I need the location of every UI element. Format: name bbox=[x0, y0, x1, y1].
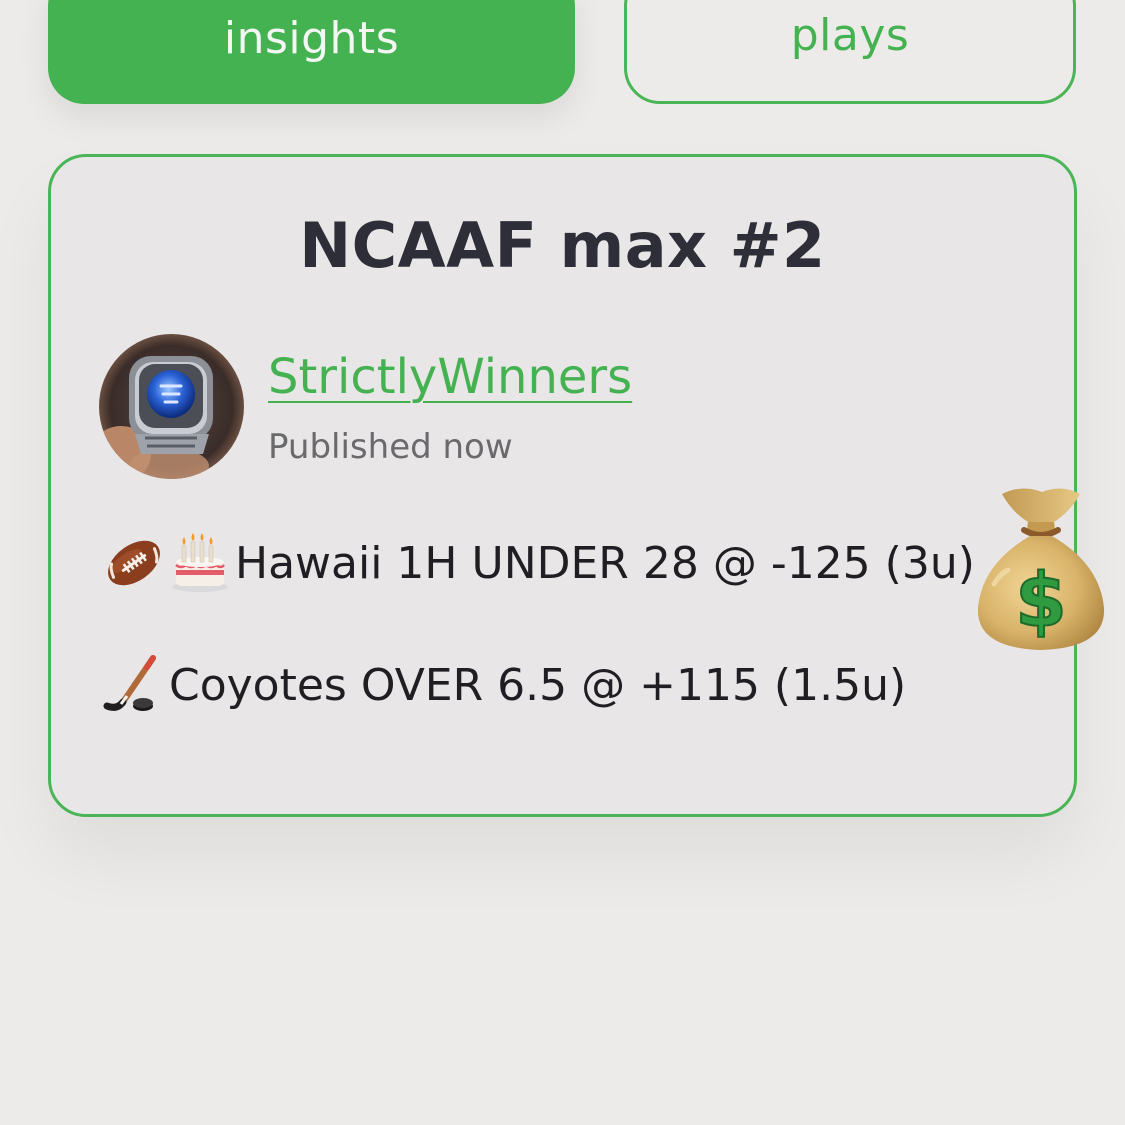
play-text: Coyotes OVER 6.5 @ +115 (1.5u) bbox=[169, 659, 907, 711]
tab-plays-label: plays bbox=[790, 10, 910, 61]
svg-text:$: $ bbox=[1015, 558, 1067, 644]
birthday-cake-icon bbox=[169, 532, 231, 594]
tab-insights-label: insights bbox=[223, 13, 400, 64]
ice-hockey-icon bbox=[103, 654, 165, 716]
play-text: Hawaii 1H UNDER 28 @ -125 (3u) bbox=[235, 537, 975, 589]
play-item: Hawaii 1H UNDER 28 @ -125 (3u) bbox=[103, 532, 975, 594]
author-username-link[interactable]: StrictlyWinners bbox=[268, 349, 632, 405]
post-card: NCAAF max #2 StrictlyWinners Published n… bbox=[48, 154, 1077, 817]
tab-plays[interactable]: plays bbox=[624, 0, 1076, 104]
tab-insights[interactable]: insights bbox=[48, 0, 575, 104]
play-item: Coyotes OVER 6.5 @ +115 (1.5u) bbox=[103, 654, 906, 716]
published-status: Published now bbox=[268, 427, 513, 467]
american-football-icon bbox=[103, 532, 165, 594]
avatar[interactable] bbox=[99, 334, 244, 479]
post-title: NCAAF max #2 bbox=[299, 209, 826, 282]
money-bag-icon: $ bbox=[972, 484, 1110, 654]
